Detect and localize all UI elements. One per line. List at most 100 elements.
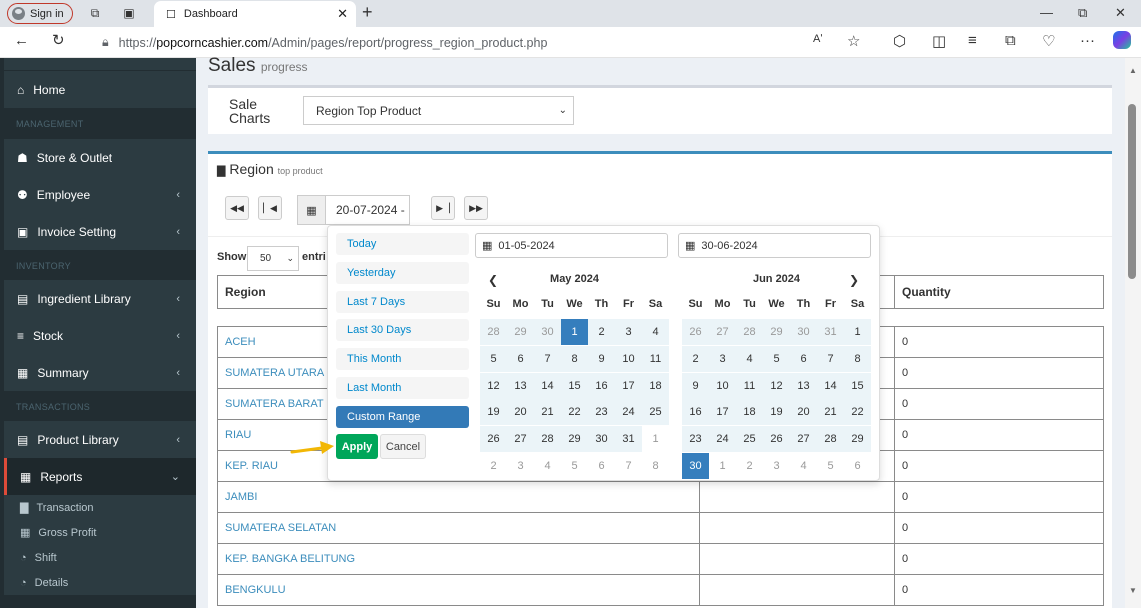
read-aloud-icon[interactable]: Aʹ (813, 33, 822, 45)
calendar-day[interactable]: 25 (642, 399, 669, 426)
minimize-icon[interactable]: — (1040, 5, 1053, 20)
range-custom-range[interactable]: Custom Range (336, 405, 469, 428)
calendar-day[interactable]: 23 (588, 399, 615, 426)
calendar-day[interactable]: 20 (790, 399, 817, 426)
calendar-day[interactable]: 12 (763, 372, 790, 399)
calendar-day[interactable]: 30 (588, 426, 615, 453)
calendar-day[interactable]: 16 (682, 399, 709, 426)
calendar-day[interactable]: 18 (736, 399, 763, 426)
calendar-day[interactable]: 2 (480, 453, 507, 479)
calendar-day[interactable]: 6 (588, 453, 615, 479)
apply-button[interactable]: Apply (336, 434, 378, 459)
calendar-day[interactable]: 31 (615, 426, 642, 453)
tab-actions-icon[interactable]: ▣ (121, 5, 137, 21)
region-link[interactable]: SUMATERA SELATAN (225, 522, 336, 534)
sign-in-button[interactable]: Sign in (7, 3, 73, 24)
calendar-day[interactable]: 14 (534, 372, 561, 399)
browser-tab-dashboard[interactable]: ☐ Dashboard ✕ (154, 1, 356, 27)
calendar-day[interactable]: 2 (588, 319, 615, 345)
calendar-day[interactable]: 1 (642, 426, 669, 452)
range-last-month[interactable]: Last Month (336, 377, 469, 399)
calendar-day[interactable]: 14 (817, 372, 844, 399)
calendar-day[interactable]: 11 (642, 345, 669, 372)
close-window-icon[interactable]: ✕ (1115, 5, 1126, 21)
range-today[interactable]: Today (336, 233, 469, 255)
calendar-day[interactable]: 4 (790, 453, 817, 479)
region-link[interactable]: RIAU (225, 429, 251, 441)
extensions-icon[interactable]: ⬡ (893, 32, 906, 50)
calendar-day[interactable]: 8 (642, 453, 669, 479)
chart-type-select[interactable]: Region Top Product ⌄ (303, 96, 574, 125)
calendar-day[interactable]: 18 (642, 372, 669, 399)
region-link[interactable]: JAMBI (225, 491, 257, 503)
calendar-day[interactable]: 27 (507, 426, 534, 453)
sidebar-item-store-outlet[interactable]: ☗ Store & Outlet (4, 139, 196, 176)
calendar-day[interactable]: 7 (534, 345, 561, 372)
calendar-day[interactable]: 20 (507, 399, 534, 426)
calendar-day[interactable]: 26 (480, 426, 507, 453)
calendar-day[interactable]: 5 (480, 345, 507, 372)
sidebar-subitem-shift[interactable]: ◔ Shift (4, 545, 196, 570)
calendar-day[interactable]: 8 (844, 345, 871, 372)
calendar-day[interactable]: 15 (844, 372, 871, 399)
calendar-day[interactable]: 3 (709, 345, 736, 372)
sidebar-item-home[interactable]: ⌂ Home (4, 71, 196, 108)
more-icon[interactable]: ··· (1080, 32, 1095, 49)
new-tab-icon[interactable]: + (362, 2, 373, 23)
scroll-up-icon[interactable]: ▲ (1129, 66, 1137, 75)
calendar-day[interactable]: 28 (480, 319, 507, 345)
calendar-day[interactable]: 13 (790, 372, 817, 399)
calendar-day[interactable]: 25 (736, 426, 763, 453)
calendar-day[interactable]: 30 (790, 319, 817, 345)
column-header-quantity[interactable]: Quantity (894, 275, 1104, 309)
sidebar-item-ingredient-library[interactable]: ▤ Ingredient Library ‹ (4, 280, 196, 317)
cancel-button[interactable]: Cancel (380, 434, 426, 459)
sidebar-item-invoice-setting[interactable]: ▣ Invoice Setting ‹ (4, 213, 196, 250)
calendar-day[interactable]: 6 (844, 453, 871, 479)
end-date-input[interactable]: ▦ 30-06-2024 (678, 233, 871, 258)
calendar-day[interactable]: 29 (561, 426, 588, 453)
calendar-day[interactable]: 23 (682, 426, 709, 453)
region-link[interactable]: BENGKULU (225, 584, 286, 596)
calendar-day[interactable]: 9 (588, 345, 615, 372)
calendar-day[interactable]: 11 (736, 372, 763, 399)
calendar-day[interactable]: 16 (588, 372, 615, 399)
calendar-day[interactable]: 4 (534, 453, 561, 479)
calendar-day[interactable]: 1 (844, 319, 871, 345)
split-screen-icon[interactable]: ◫ (932, 32, 946, 50)
calendar-day[interactable]: 5 (817, 453, 844, 479)
calendar-day[interactable]: 29 (763, 319, 790, 345)
sidebar-subitem-transaction[interactable]: ▇ Transaction (4, 495, 196, 520)
calendar-day[interactable]: 7 (615, 453, 642, 479)
calendar-day[interactable]: 28 (736, 319, 763, 345)
refresh-icon[interactable]: ↻ (52, 31, 65, 49)
calendar-day[interactable]: 30 (534, 319, 561, 345)
region-link[interactable]: KEP. RIAU (225, 460, 278, 472)
calendar-day[interactable]: 4 (642, 319, 669, 345)
last-period-button[interactable]: ▶▶ (464, 196, 488, 220)
sidebar-item-stock[interactable]: ≡ Stock ‹ (4, 317, 196, 354)
calendar-day[interactable]: 27 (709, 319, 736, 345)
calendar-day[interactable]: 3 (763, 453, 790, 479)
start-date-input[interactable]: ▦ 01-05-2024 (475, 233, 668, 258)
sidebar-item-reports[interactable]: ▦ Reports ⌄ (4, 458, 196, 495)
calendar-day[interactable]: 4 (736, 345, 763, 372)
date-range-input[interactable]: ▦ 20-07-2024 - (297, 195, 410, 225)
calendar-day[interactable]: 21 (817, 399, 844, 426)
region-link[interactable]: SUMATERA UTARA (225, 367, 324, 379)
scroll-down-icon[interactable]: ▼ (1129, 586, 1137, 595)
calendar-day[interactable]: 1 (709, 453, 736, 479)
calendar-day[interactable]: 2 (682, 345, 709, 372)
first-period-button[interactable]: ◀◀ (225, 196, 249, 220)
calendar-day[interactable]: 5 (763, 345, 790, 372)
calendar-day[interactable]: 22 (561, 399, 588, 426)
range-last-7-days[interactable]: Last 7 Days (336, 290, 469, 313)
browser-essentials-icon[interactable]: ♡ (1042, 32, 1055, 50)
region-link[interactable]: ACEH (225, 336, 256, 348)
calendar-day[interactable]: 27 (790, 426, 817, 453)
sidebar-item-summary[interactable]: ▦ Summary ‹ (4, 354, 196, 391)
back-icon[interactable]: ← (14, 32, 29, 49)
page-scrollbar[interactable]: ▲ ▼ (1125, 58, 1141, 608)
sidebar-subitem-gross-profit[interactable]: ▦ Gross Profit (4, 520, 196, 545)
calendar-day[interactable]: 21 (534, 399, 561, 426)
